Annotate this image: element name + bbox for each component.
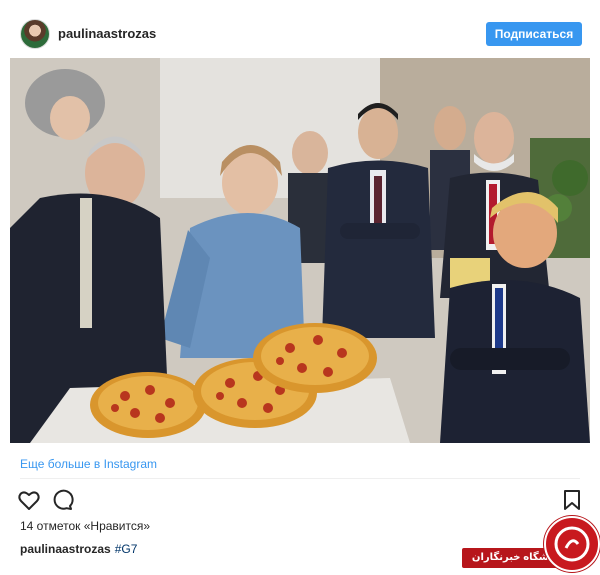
likes-count[interactable]: 14 отметок «Нравится» <box>20 519 150 533</box>
bookmark-icon[interactable] <box>560 488 584 512</box>
watermark-emblem-icon <box>544 516 600 572</box>
caption-hashtag[interactable]: #G7 <box>115 542 138 556</box>
follow-button[interactable]: Подписаться <box>486 22 582 46</box>
post-photo[interactable] <box>10 58 590 443</box>
post-header: paulinaastrozas Подписаться <box>0 0 600 60</box>
instagram-embed: paulinaastrozas Подписаться Еще больше в… <box>0 0 600 572</box>
avatar[interactable] <box>20 19 50 49</box>
caption: paulinaastrozas #G7 <box>20 542 137 556</box>
username[interactable]: paulinaastrozas <box>58 26 156 41</box>
pizza-1 <box>90 372 206 438</box>
divider <box>20 478 580 479</box>
caption-username[interactable]: paulinaastrozas <box>20 542 111 556</box>
photo-illustration <box>10 58 590 443</box>
pizza-3 <box>253 323 377 393</box>
heart-icon[interactable] <box>17 488 41 512</box>
comment-icon[interactable] <box>50 488 74 512</box>
watermark-logo: باشگاه خبرنگاران <box>462 516 600 572</box>
more-on-instagram-link[interactable]: Еще больше в Instagram <box>20 457 157 471</box>
